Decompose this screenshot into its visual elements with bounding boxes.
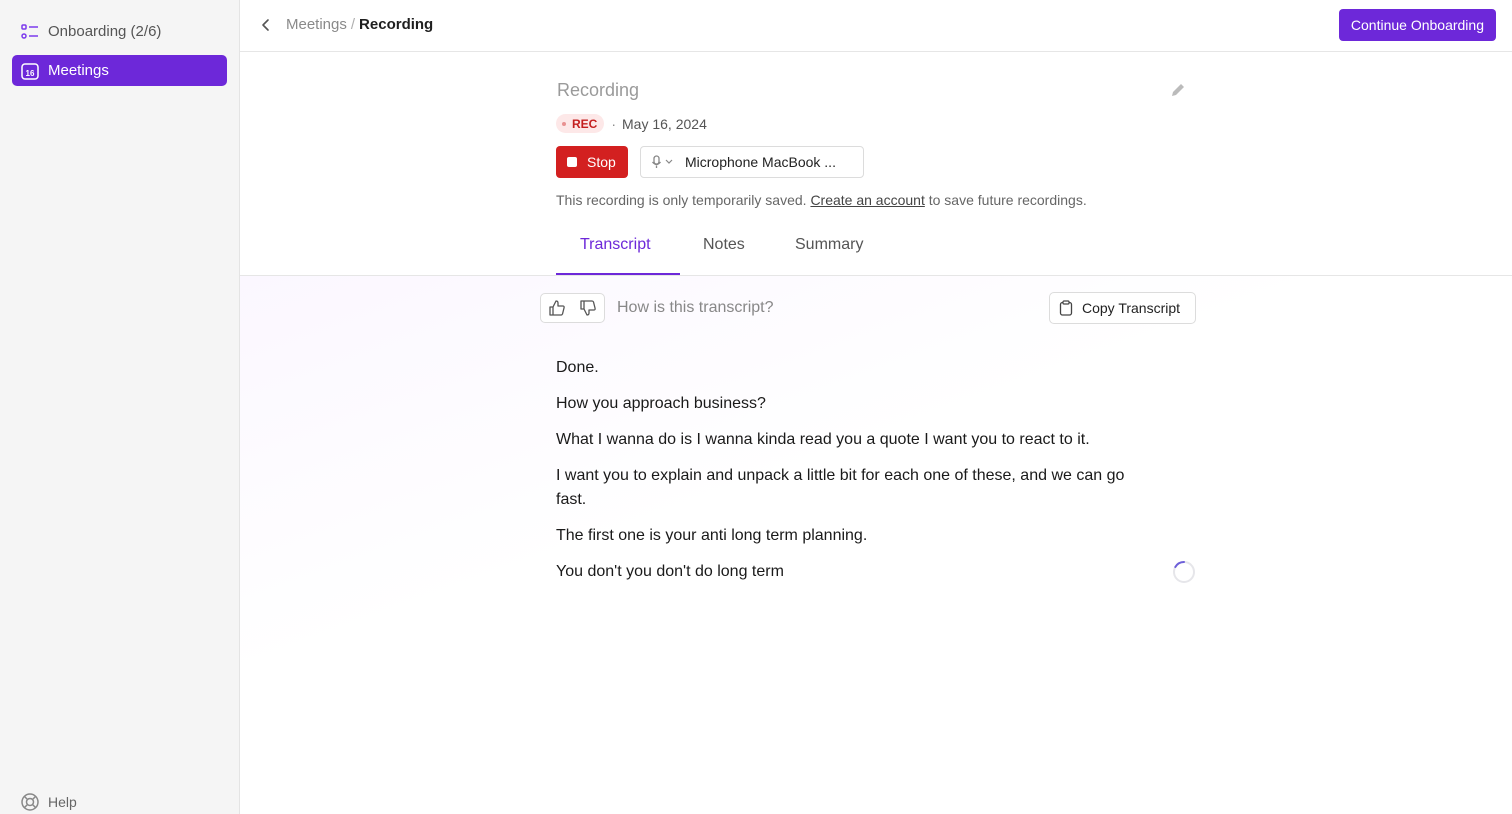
transcript-line: The first one is your anti long term pla… xyxy=(556,527,868,544)
temporary-save-note: This recording is only temporarily saved… xyxy=(556,192,1087,208)
microphone-value: Microphone MacBook ... xyxy=(685,154,836,170)
breadcrumb-meetings[interactable]: Meetings xyxy=(286,16,347,33)
stop-button[interactable]: Stop xyxy=(556,146,628,178)
tab-notes[interactable]: Notes xyxy=(703,236,745,254)
stop-label: Stop xyxy=(587,154,616,170)
pencil-icon xyxy=(1172,84,1184,96)
recording-meta: REC · May 16, 2024 xyxy=(556,114,707,133)
transcript-line: You don't you don't do long term xyxy=(556,563,784,580)
sidebar: Onboarding (2/6) 16 Meetings Help xyxy=(0,0,240,814)
breadcrumb-current: Recording xyxy=(359,16,434,33)
top-bar: Meetings / Recording Continue Onboarding xyxy=(240,0,1512,52)
tab-summary[interactable]: Summary xyxy=(795,236,863,254)
checklist-icon xyxy=(20,22,40,42)
meta-separator: · xyxy=(611,115,617,132)
edit-title-button[interactable] xyxy=(1168,80,1188,100)
thumbs-down-button[interactable] xyxy=(577,297,599,319)
recording-title[interactable]: Recording xyxy=(557,80,639,101)
copy-transcript-button[interactable]: Copy Transcript xyxy=(1049,292,1196,324)
transcript-line: What I wanna do is I wanna kinda read yo… xyxy=(556,431,1090,448)
sidebar-item-onboarding[interactable]: Onboarding (2/6) xyxy=(12,16,227,47)
microphone-select[interactable]: Microphone MacBook ... xyxy=(640,146,864,178)
tab-transcript[interactable]: Transcript xyxy=(580,236,651,254)
breadcrumb-separator: / xyxy=(350,16,356,33)
stop-icon xyxy=(567,157,577,167)
sidebar-item-meetings[interactable]: 16 Meetings xyxy=(12,55,227,86)
rec-label: REC xyxy=(572,116,598,131)
thumbs-up-icon xyxy=(549,300,565,316)
help-label: Help xyxy=(48,794,77,810)
copy-transcript-label: Copy Transcript xyxy=(1082,300,1181,316)
calendar-icon: 16 xyxy=(20,61,40,81)
recording-date: May 16, 2024 xyxy=(622,115,707,132)
breadcrumb: Meetings / Recording xyxy=(286,16,433,33)
note-text-suffix: to save future recordings. xyxy=(928,192,1087,208)
create-account-link[interactable]: Create an account xyxy=(810,192,924,208)
rec-dot-icon xyxy=(562,121,566,126)
loading-spinner-icon xyxy=(1172,560,1196,584)
transcript-lines: Done. How you approach business? What I … xyxy=(556,356,1156,596)
microphone-chevron-icon xyxy=(651,155,673,168)
calendar-badge: 16 xyxy=(26,69,35,78)
note-text: This recording is only temporarily saved… xyxy=(556,192,807,208)
help-link[interactable]: Help xyxy=(20,792,77,812)
transcript-line: I want you to explain and unpack a littl… xyxy=(556,467,1125,508)
feedback-question: How is this transcript? xyxy=(617,299,774,316)
transcript-line: Done. xyxy=(556,359,599,376)
thumbs-down-icon xyxy=(580,300,597,316)
transcript-feedback xyxy=(540,293,605,323)
clipboard-icon xyxy=(1058,300,1074,316)
sidebar-item-label: Meetings xyxy=(48,62,109,79)
continue-onboarding-button[interactable]: Continue Onboarding xyxy=(1338,9,1496,41)
back-button[interactable] xyxy=(254,14,278,36)
chevron-left-icon xyxy=(262,19,269,31)
transcript-line: How you approach business? xyxy=(556,395,766,412)
rec-badge: REC xyxy=(556,114,605,133)
sidebar-item-label: Onboarding (2/6) xyxy=(48,23,162,40)
thumbs-up-button[interactable] xyxy=(546,297,568,319)
lifebuoy-icon xyxy=(20,792,40,812)
active-tab-indicator xyxy=(556,273,680,275)
